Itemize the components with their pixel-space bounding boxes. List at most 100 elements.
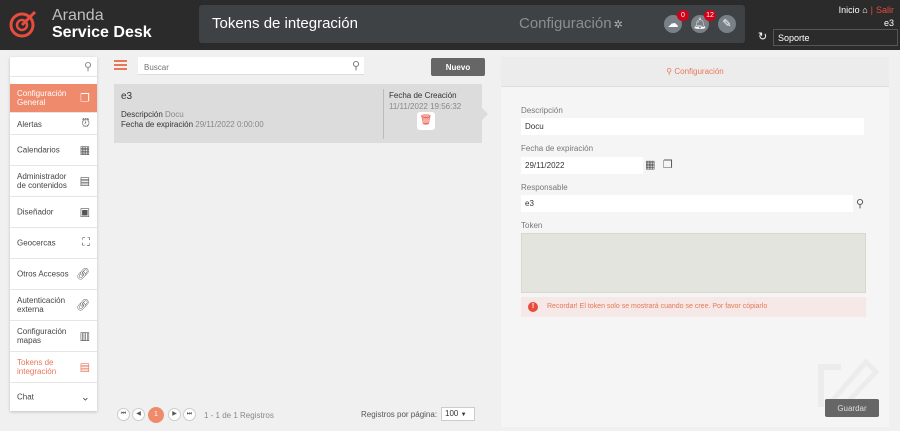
sidebar-search[interactable]: ⚲ xyxy=(10,57,97,77)
alert-icon: ! xyxy=(528,302,538,312)
sidebar-item-administrador-contenidos[interactable]: Administrador de contenidos ▤ xyxy=(10,166,97,197)
token-expiration: Fecha de expiración 29/11/2022 0:00:00 xyxy=(121,120,264,129)
sidebar-item-alertas[interactable]: Alertas ⏰︎ xyxy=(10,113,97,135)
home-link-label: Inicio xyxy=(838,5,860,15)
prev-page-button[interactable]: ◀ xyxy=(132,408,145,421)
copy-icon[interactable]: ❐ xyxy=(663,158,673,171)
sidebar-item-autenticacion-externa[interactable]: Autenticación externa 🔗︎ xyxy=(10,290,97,321)
top-bar: Aranda Service Desk Tokens de integració… xyxy=(0,0,900,50)
designer-icon: ▣ xyxy=(79,206,90,219)
nav-separator: | xyxy=(870,5,873,15)
link-icon: 🔗︎ xyxy=(76,299,90,312)
config-panel-title: Configuración xyxy=(674,67,724,76)
save-button[interactable]: Guardar xyxy=(825,399,879,417)
hamburger-menu-icon[interactable] xyxy=(114,60,127,70)
expiration-label: Fecha de expiración xyxy=(521,144,594,153)
search-icon[interactable]: ⚲ xyxy=(856,197,864,210)
token-expiration-value: 29/11/2022 0:00:00 xyxy=(195,120,264,129)
section-title-text: Configuración xyxy=(519,15,612,32)
bell-notifications-button[interactable]: 🔔︎ 12 xyxy=(691,10,716,33)
cloud-icon: ☁ xyxy=(667,18,679,30)
config-panel-header: ⚲ Configuración xyxy=(501,57,889,87)
page-title: Tokens de integración xyxy=(212,15,358,32)
token-name: e3 xyxy=(121,91,133,102)
bell-badge: 12 xyxy=(704,10,716,21)
sidebar-item-label: Tokens de integración xyxy=(17,358,57,376)
sidebar-item-otros-accesos[interactable]: Otros Accesos 🔗︎ xyxy=(10,259,97,290)
first-page-button[interactable]: ⏮ xyxy=(117,408,130,421)
header-panel: Tokens de integración Configuración ✲ ☁ 0… xyxy=(199,5,745,43)
sidebar-item-disenador[interactable]: Diseñador ▣ xyxy=(10,197,97,228)
expiration-date-input[interactable] xyxy=(521,157,643,174)
search-input[interactable] xyxy=(138,59,338,76)
last-page-button[interactable]: ⏭ xyxy=(183,408,196,421)
sidebar-item-tokens-integracion[interactable]: Tokens de integración ▤ xyxy=(10,352,97,383)
brand-line-2: Service Desk xyxy=(52,24,152,41)
sidebar-item-chat[interactable]: Chat ⌄ xyxy=(10,383,97,411)
bell-icon: 🔔︎ xyxy=(693,18,707,30)
list-search: ⚲ xyxy=(138,57,364,76)
token-list-item[interactable]: e3 Descripción Docu Fecha de expiración … xyxy=(114,84,488,143)
sidebar-item-label: Configuración mapas xyxy=(17,327,67,345)
home-icon: ⌂ xyxy=(862,5,868,15)
pager-info: 1 - 1 de 1 Registros xyxy=(204,411,274,420)
next-page-button[interactable]: ▶ xyxy=(168,408,181,421)
logout-link[interactable]: Salir xyxy=(876,5,894,15)
card-divider xyxy=(383,89,384,139)
tools-button[interactable]: ✎ xyxy=(718,15,736,33)
section-title: Configuración ✲ xyxy=(519,15,623,32)
records-per-page-select[interactable]: 100 ▼ xyxy=(441,407,475,421)
token-label: Token xyxy=(521,221,543,230)
map-icon: ▥ xyxy=(79,330,90,343)
top-nav: Inicio ⌂ | Salir e3 xyxy=(839,5,894,28)
support-input[interactable] xyxy=(773,29,898,46)
records-per-page-value: 100 xyxy=(445,409,459,418)
user-name: e3 xyxy=(883,18,894,28)
page-number-button[interactable]: 1 xyxy=(148,407,164,423)
chevron-down-icon: ⌄ xyxy=(80,391,90,404)
geofence-icon: ⛶ xyxy=(82,236,90,249)
sidebar-item-configuracion-general[interactable]: Configuración General ❐ xyxy=(10,84,97,113)
token-warning: ! Recordar! El token solo se mostrará cu… xyxy=(521,297,866,317)
token-created-value: 11/11/2022 19:56:32 xyxy=(389,102,462,111)
refresh-icon[interactable]: ↻ xyxy=(758,30,767,43)
token-textarea[interactable] xyxy=(521,233,866,293)
sidebar-item-calendarios[interactable]: Calendarios ▦ xyxy=(10,135,97,166)
chevron-down-icon: ▼ xyxy=(460,412,467,418)
sidebar-item-geocercas[interactable]: Geocercas ⛶ xyxy=(10,228,97,259)
new-button[interactable]: Nuevo xyxy=(431,58,485,76)
sidebar-item-label: Autenticación externa xyxy=(17,296,66,314)
config-panel: ⚲ Configuración Descripción Fecha de exp… xyxy=(501,57,889,427)
content-icon: ▤ xyxy=(79,175,90,188)
sidebar-item-label: Chat xyxy=(17,392,34,402)
token-icon: ▤ xyxy=(79,361,90,374)
delete-button[interactable]: 🗑︎ xyxy=(417,112,435,130)
responsible-input[interactable] xyxy=(521,195,853,212)
token-description: Descripción Docu xyxy=(121,110,184,119)
brand-logo[interactable]: Aranda Service Desk xyxy=(8,7,228,43)
search-icon[interactable]: ⚲ xyxy=(84,60,92,73)
cloud-notifications-button[interactable]: ☁ 0 xyxy=(664,10,689,33)
sidebar-item-label: Geocercas xyxy=(17,238,56,248)
pin-icon: ⚲ xyxy=(666,67,673,76)
calendar-icon[interactable]: ▦ xyxy=(645,158,655,171)
token-warning-text: Recordar! El token solo se mostrará cuan… xyxy=(547,303,768,310)
description-label: Descripción xyxy=(521,106,563,115)
tools-icon: ✎ xyxy=(722,18,732,30)
home-link[interactable]: Inicio ⌂ xyxy=(839,5,868,15)
token-created-label: Fecha de Creación xyxy=(389,91,457,100)
records-per-page-label: Registros por página: xyxy=(361,410,438,419)
search-icon[interactable]: ⚲ xyxy=(352,59,360,72)
sidebar-item-label: Otros Accesos xyxy=(17,269,69,279)
sidebar-item-configuracion-mapas[interactable]: Configuración mapas ▥ xyxy=(10,321,97,352)
copy-icon: ❐ xyxy=(80,92,90,105)
description-input[interactable] xyxy=(521,118,864,135)
calendar-icon: ▦ xyxy=(79,144,90,157)
brand-line-1: Aranda xyxy=(52,7,104,24)
sidebar-item-label: Calendarios xyxy=(17,145,60,155)
gear-icon: ✲ xyxy=(613,19,623,31)
link-icon: 🔗︎ xyxy=(76,268,90,281)
sidebar-item-label: Alertas xyxy=(17,120,42,129)
sidebar: ⚲ Configuración General ❐ Alertas ⏰︎ Cal… xyxy=(10,57,97,411)
token-description-value: Docu xyxy=(165,110,184,119)
